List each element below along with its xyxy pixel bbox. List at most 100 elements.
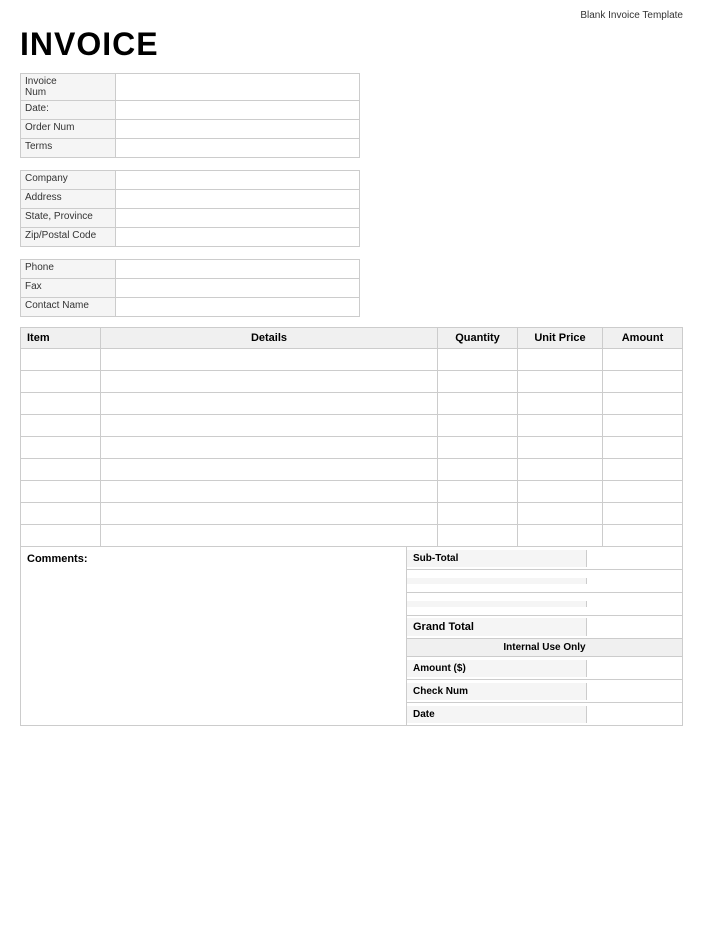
row4-amount[interactable] (603, 415, 683, 437)
state-value[interactable] (116, 209, 359, 227)
grand-total-value[interactable] (587, 616, 682, 638)
invoice-title: INVOICE (20, 26, 683, 63)
check-value[interactable] (587, 680, 682, 702)
subtotal-row: Sub-Total (407, 547, 682, 570)
row7-item[interactable] (21, 481, 101, 503)
table-row (21, 459, 683, 481)
row5-item[interactable] (21, 437, 101, 459)
row5-price[interactable] (518, 437, 603, 459)
grand-total-row: Grand Total (407, 616, 682, 639)
address-value[interactable] (116, 190, 359, 208)
row8-qty[interactable] (438, 503, 518, 525)
terms-row: Terms (21, 139, 359, 157)
table-row (21, 437, 683, 459)
row2-item[interactable] (21, 371, 101, 393)
row7-amount[interactable] (603, 481, 683, 503)
row2-amount[interactable] (603, 371, 683, 393)
phone-row: Phone (21, 260, 359, 279)
header-unit-price: Unit Price (518, 328, 603, 349)
row5-details[interactable] (101, 437, 438, 459)
state-label: State, Province (21, 209, 116, 227)
row4-qty[interactable] (438, 415, 518, 437)
header-amount: Amount (603, 328, 683, 349)
state-row: State, Province (21, 209, 359, 228)
row5-amount[interactable] (603, 437, 683, 459)
row6-qty[interactable] (438, 459, 518, 481)
row1-details[interactable] (101, 349, 438, 371)
fax-label: Fax (21, 279, 116, 297)
row8-details[interactable] (101, 503, 438, 525)
order-num-label: Order Num (21, 120, 116, 138)
check-label: Check Num (407, 683, 587, 700)
row3-qty[interactable] (438, 393, 518, 415)
top-label: Blank Invoice Template (20, 10, 683, 21)
row4-details[interactable] (101, 415, 438, 437)
internal-date-row: Date (407, 703, 682, 725)
row7-price[interactable] (518, 481, 603, 503)
row3-price[interactable] (518, 393, 603, 415)
date-value[interactable] (116, 101, 359, 119)
phone-value[interactable] (116, 260, 359, 278)
row3-item[interactable] (21, 393, 101, 415)
amount-value[interactable] (587, 657, 682, 679)
row1-amount[interactable] (603, 349, 683, 371)
table-header-row: Item Details Quantity Unit Price Amount (21, 328, 683, 349)
row9-item[interactable] (21, 525, 101, 547)
zip-row: Zip/Postal Code (21, 228, 359, 246)
table-row (21, 503, 683, 525)
bottom-section: Comments: Sub-Total Grand Total (20, 547, 683, 726)
row9-details[interactable] (101, 525, 438, 547)
amount-label: Amount ($) (407, 660, 587, 677)
row4-item[interactable] (21, 415, 101, 437)
amount-row: Amount ($) (407, 657, 682, 680)
order-num-row: Order Num (21, 120, 359, 139)
invoice-num-value[interactable] (116, 74, 359, 100)
internal-date-value[interactable] (587, 703, 682, 725)
contact-value[interactable] (116, 298, 359, 316)
row8-amount[interactable] (603, 503, 683, 525)
row2-details[interactable] (101, 371, 438, 393)
company-value[interactable] (116, 171, 359, 189)
row3-amount[interactable] (603, 393, 683, 415)
row5-qty[interactable] (438, 437, 518, 459)
terms-value[interactable] (116, 139, 359, 157)
subtotal-value[interactable] (587, 547, 682, 569)
row1-qty[interactable] (438, 349, 518, 371)
row6-item[interactable] (21, 459, 101, 481)
subtotal-label: Sub-Total (407, 550, 587, 567)
company-info-section: Company Address State, Province Zip/Post… (20, 170, 360, 247)
row1-price[interactable] (518, 349, 603, 371)
date-label: Date: (21, 101, 116, 119)
row7-details[interactable] (101, 481, 438, 503)
totals-spacer-row1 (407, 570, 682, 593)
row4-price[interactable] (518, 415, 603, 437)
row6-price[interactable] (518, 459, 603, 481)
terms-label: Terms (21, 139, 116, 157)
row3-details[interactable] (101, 393, 438, 415)
row9-amount[interactable] (603, 525, 683, 547)
zip-value[interactable] (116, 228, 359, 246)
table-row (21, 393, 683, 415)
contact-row: Contact Name (21, 298, 359, 316)
fax-value[interactable] (116, 279, 359, 297)
spacer2-label (407, 601, 587, 607)
header-item: Item (21, 328, 101, 349)
order-num-value[interactable] (116, 120, 359, 138)
items-table: Item Details Quantity Unit Price Amount (20, 327, 683, 547)
spacer1-value[interactable] (587, 570, 682, 592)
row8-item[interactable] (21, 503, 101, 525)
row2-price[interactable] (518, 371, 603, 393)
row2-qty[interactable] (438, 371, 518, 393)
row1-item[interactable] (21, 349, 101, 371)
row9-qty[interactable] (438, 525, 518, 547)
invoice-num-row: InvoiceNum (21, 74, 359, 101)
row6-details[interactable] (101, 459, 438, 481)
spacer2-value[interactable] (587, 593, 682, 615)
contact-label: Contact Name (21, 298, 116, 316)
page: Blank Invoice Template INVOICE InvoiceNu… (0, 0, 703, 944)
totals-cell: Sub-Total Grand Total Internal Use Only (407, 547, 682, 725)
row8-price[interactable] (518, 503, 603, 525)
row7-qty[interactable] (438, 481, 518, 503)
row6-amount[interactable] (603, 459, 683, 481)
row9-price[interactable] (518, 525, 603, 547)
